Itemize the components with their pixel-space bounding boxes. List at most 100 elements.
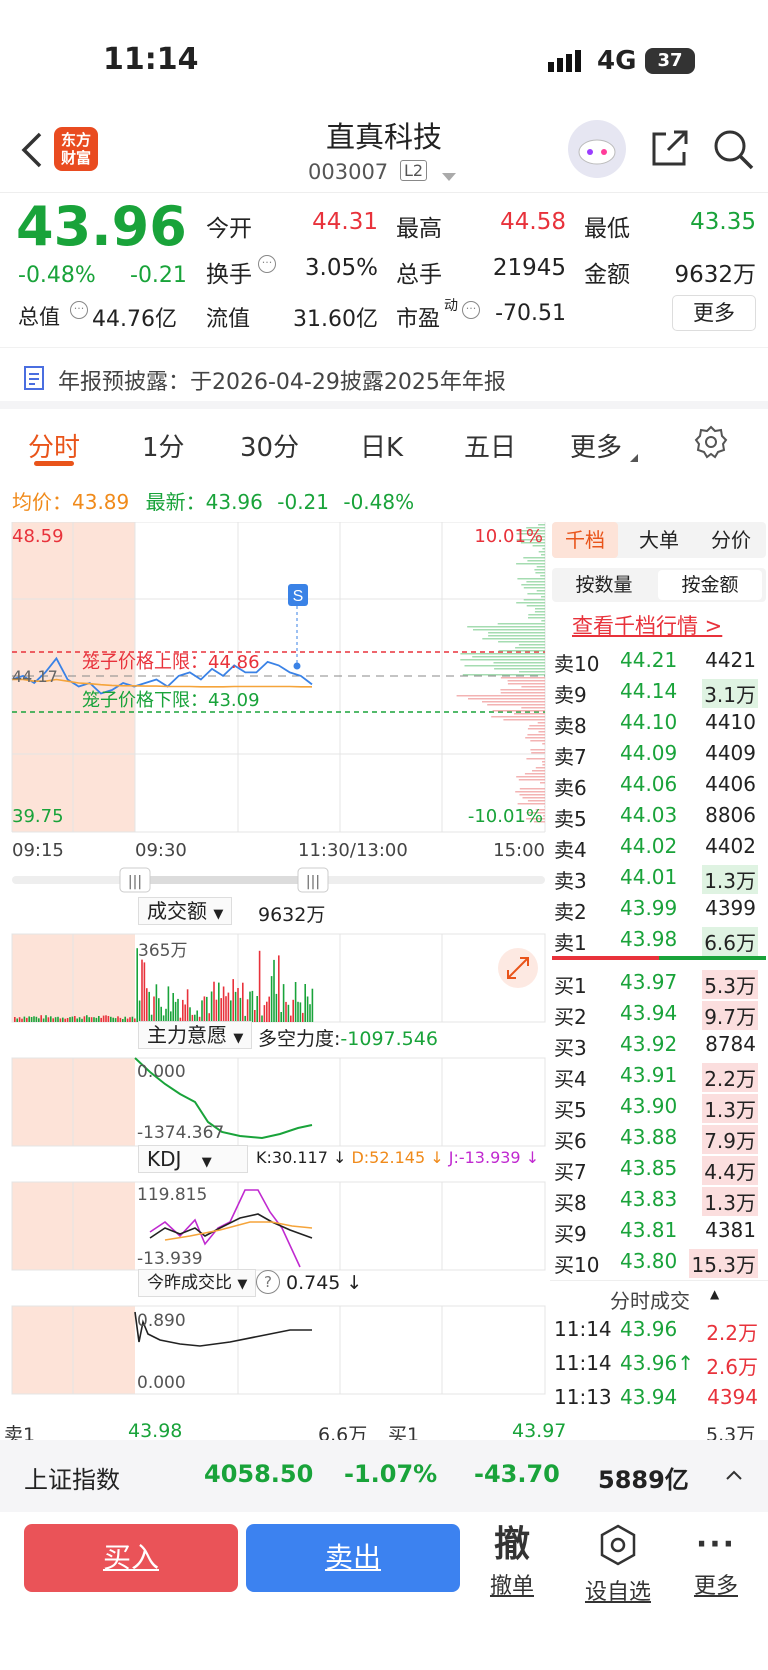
tick-volume: 2.2万 [706, 1321, 758, 1345]
volume-bar [42, 1018, 45, 1022]
tab-depth[interactable]: 千档 [552, 522, 618, 558]
main-force-selector[interactable]: 主力意愿 ▼ [138, 1021, 253, 1049]
bid-row[interactable]: 买6 43.88 7.9万 [554, 1123, 764, 1154]
bid-row[interactable]: 买2 43.94 9.7万 [554, 999, 764, 1030]
volume-bar [268, 996, 270, 1022]
volume-bar [86, 1015, 88, 1022]
level-label: 买10 [554, 1253, 600, 1277]
depth-bar [462, 674, 545, 676]
tab-intraday[interactable]: 分时 [28, 427, 80, 464]
bid-row[interactable]: 买3 43.92 8784 [554, 1030, 764, 1061]
volume-bar [66, 1018, 69, 1022]
level-volume: 15.3万 [689, 1249, 758, 1278]
tab-daily-k[interactable]: 日K [360, 427, 403, 464]
index-ticker[interactable]: 上证指数 4058.50 -1.07% -43.70 5889亿 [0, 1440, 768, 1512]
bid-row[interactable]: 买1 43.97 5.3万 [554, 968, 764, 999]
more-button[interactable]: ··· 更多 [688, 1524, 744, 1600]
ask-row[interactable]: 卖6 44.06 4406 [554, 770, 764, 801]
tab-big-order[interactable]: 大单 [626, 522, 692, 558]
ask-row[interactable]: 卖7 44.09 4409 [554, 739, 764, 770]
ratio-selector[interactable]: 今昨成交比 ▼ [138, 1269, 257, 1297]
y-min-label: 39.75 [12, 806, 64, 827]
chevron-up-icon[interactable] [726, 1466, 742, 1485]
back-icon[interactable] [18, 130, 44, 174]
volume-bar [102, 1015, 105, 1022]
subtab-by-amount[interactable]: 按金额 [658, 570, 762, 600]
volume-bar [35, 1016, 38, 1022]
depth-bar [527, 560, 545, 562]
ask-row[interactable]: 卖1 43.98 6.6万 [554, 925, 764, 956]
cancel-order-button[interactable]: 撤 撤单 [484, 1524, 540, 1600]
volume-bar [263, 1005, 266, 1022]
search-icon[interactable] [712, 128, 756, 176]
sell-button[interactable]: 卖出 [246, 1524, 460, 1592]
volume-bar [246, 999, 249, 1022]
tab-price-dist[interactable]: 分价 [696, 522, 766, 558]
bid-row[interactable]: 买10 43.80 15.3万 [554, 1247, 764, 1278]
ask-row[interactable]: 卖2 43.99 4399 [554, 894, 764, 925]
level-label: 买4 [554, 1067, 587, 1091]
notice-bar[interactable]: 年报预披露：于2026-04-29披露2025年年报 [0, 347, 768, 409]
chevron-down-icon[interactable] [442, 168, 456, 187]
amount-label: 金额 [584, 262, 630, 288]
bid-row[interactable]: 买8 43.83 1.3万 [554, 1185, 764, 1216]
ask-row[interactable]: 卖4 44.02 4402 [554, 832, 764, 863]
tab-five-day[interactable]: 五日 [464, 427, 516, 464]
bid-row[interactable]: 买7 43.85 4.4万 [554, 1154, 764, 1185]
level-label: 卖1 [554, 931, 587, 955]
buy-button[interactable]: 买入 [24, 1524, 238, 1592]
info-icon[interactable]: ··· [258, 255, 276, 273]
level-label: 卖4 [554, 838, 587, 862]
vol-max-label: 365万 [138, 941, 187, 961]
info-icon[interactable]: ··· [70, 301, 88, 319]
volume-bar [98, 1016, 100, 1022]
ask-row[interactable]: 卖8 44.10 4410 [554, 708, 764, 739]
assistant-avatar[interactable] [568, 120, 626, 178]
add-favorite-button[interactable]: 设自选 [578, 1524, 658, 1606]
collapse-icon[interactable]: ▲ [710, 1287, 719, 1301]
kdj-readout: K:30.117 ↓ D:52.145 ↓ J:-13.939 ↓ [256, 1148, 540, 1167]
subtab-by-qty[interactable]: 按数量 [552, 568, 656, 602]
bid-row[interactable]: 买4 43.91 2.2万 [554, 1061, 764, 1092]
float-value: 31.60亿 [293, 307, 378, 332]
ask-row[interactable]: 卖3 44.01 1.3万 [554, 863, 764, 894]
volume-bar [160, 1006, 162, 1022]
index-pct: -1.07% [344, 1460, 438, 1488]
ask-row[interactable]: 卖5 44.03 8806 [554, 801, 764, 832]
volume-bar [234, 991, 237, 1022]
depth-bar [528, 617, 545, 619]
time-label-0915: 09:15 [12, 840, 64, 861]
tab-more[interactable]: 更多 [570, 427, 622, 464]
volume-bar [184, 1004, 186, 1022]
level-volume: 7.9万 [702, 1125, 758, 1154]
depth-bar [517, 578, 545, 580]
tab-30min[interactable]: 30分 [240, 427, 299, 464]
ask-row[interactable]: 卖10 44.21 4421 [554, 646, 764, 677]
volume-selector[interactable]: 成交额 ▼ [138, 897, 233, 925]
bid-row[interactable]: 买9 43.81 4381 [554, 1216, 764, 1247]
ask-row[interactable]: 卖9 44.14 3.1万 [554, 677, 764, 708]
volume-bar [167, 986, 170, 1022]
level-price: 43.85 [620, 1156, 678, 1180]
bid-row[interactable]: 买5 43.90 1.3万 [554, 1092, 764, 1123]
level-badge[interactable]: L2 [400, 160, 428, 181]
help-icon[interactable]: ? [256, 1270, 280, 1294]
depth-bar [488, 635, 545, 637]
volume-bar [110, 1016, 112, 1022]
volume-bar [107, 1016, 110, 1022]
tab-1min[interactable]: 1分 [142, 427, 185, 464]
more-quote-button[interactable]: 更多 [672, 295, 756, 331]
volume-bar [88, 1017, 90, 1022]
level-price: 43.98 [620, 927, 678, 951]
level-label: 买1 [554, 974, 587, 998]
level-price: 43.88 [620, 1125, 678, 1149]
volume-bar [239, 997, 242, 1022]
share-icon[interactable] [648, 128, 690, 174]
level-price: 43.91 [620, 1063, 678, 1087]
volume-bar [112, 1017, 114, 1022]
kdj-selector[interactable]: KDJ ▼ [138, 1145, 248, 1173]
depth-link[interactable]: 查看千档行情 > [572, 610, 722, 640]
gear-icon[interactable] [694, 425, 728, 463]
depth-bar [516, 776, 545, 778]
info-icon[interactable]: ··· [462, 301, 480, 319]
